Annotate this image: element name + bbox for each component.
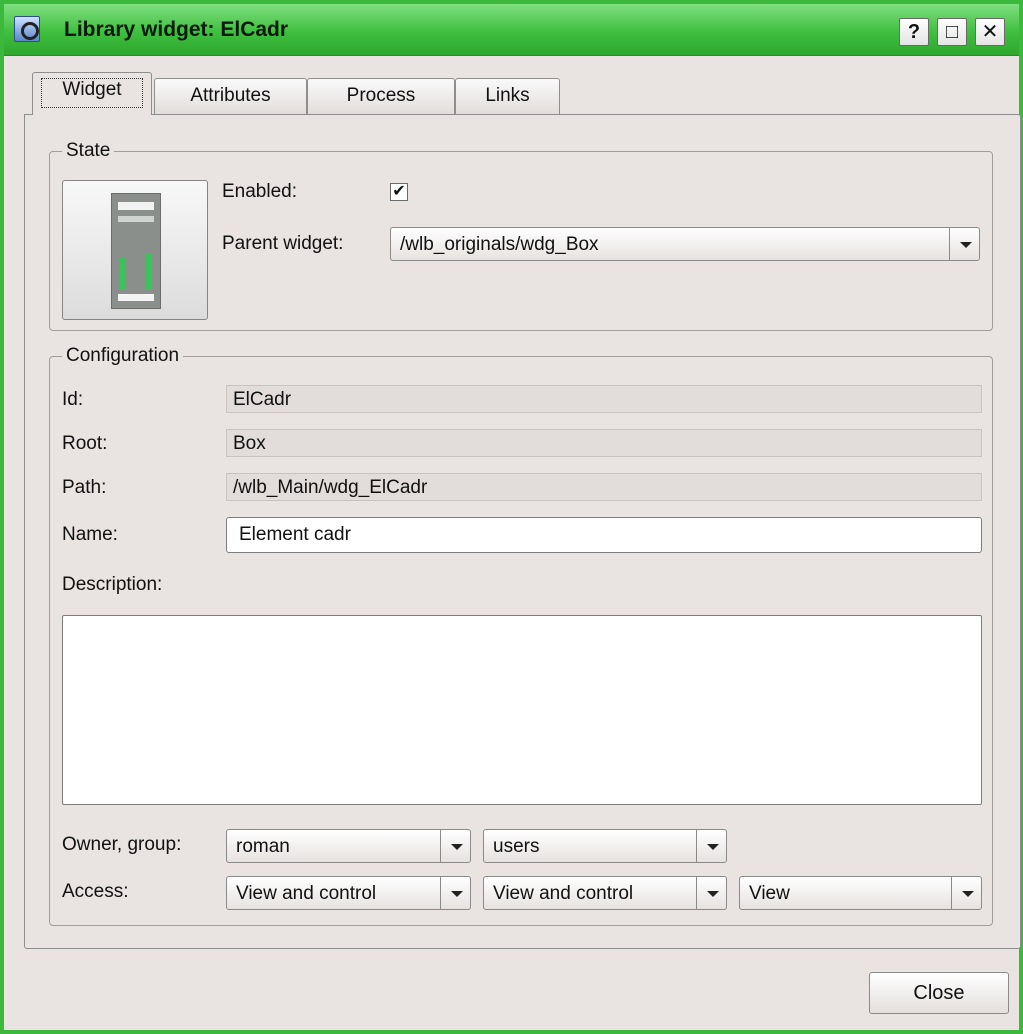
owner-select[interactable]: roman [226, 829, 471, 863]
path-label: Path: [62, 477, 107, 498]
widget-tab-pane: State Enabled: ✔ Parent widget: /wlb_ori… [24, 114, 1021, 949]
access-owner-value: View and control [236, 883, 377, 904]
focus-ring [41, 78, 143, 108]
path-field: /wlb_Main/wdg_ElCadr [226, 473, 982, 501]
enabled-checkbox[interactable]: ✔ [390, 183, 408, 201]
group-value: users [493, 836, 540, 857]
tab-attributes-label: Attributes [190, 85, 271, 106]
description-label: Description: [62, 574, 163, 595]
state-legend: State [62, 140, 115, 162]
close-window-button[interactable]: ✕ [975, 18, 1005, 46]
name-input[interactable]: Element cadr [226, 517, 982, 553]
chevron-down-icon [696, 877, 726, 909]
help-button[interactable]: ? [899, 18, 929, 46]
group-select[interactable]: users [483, 829, 727, 863]
access-other-select[interactable]: View [739, 876, 982, 910]
access-group-select[interactable]: View and control [483, 876, 727, 910]
chevron-down-icon [440, 877, 470, 909]
preview-bar [118, 216, 154, 222]
widget-preview-button[interactable] [62, 180, 208, 320]
parent-widget-label: Parent widget: [222, 233, 344, 254]
tab-attributes[interactable]: Attributes [154, 78, 307, 114]
widget-preview-image [111, 193, 161, 309]
preview-bar [118, 202, 154, 210]
access-label: Access: [62, 881, 129, 902]
configuration-group: Configuration Id: ElCadr Root: Box Path:… [49, 345, 993, 926]
id-field: ElCadr [226, 385, 982, 413]
chevron-down-icon [949, 228, 979, 260]
library-widget-dialog: Library widget: ElCadr ? □ ✕ Widget Attr… [0, 0, 1023, 1034]
access-owner-select[interactable]: View and control [226, 876, 471, 910]
tab-links-label: Links [485, 85, 530, 106]
parent-widget-value: /wlb_originals/wdg_Box [400, 234, 599, 255]
configuration-legend: Configuration [62, 345, 184, 367]
preview-bar [118, 294, 154, 301]
tab-process-label: Process [346, 85, 416, 106]
preview-level [120, 258, 126, 290]
title-bar[interactable]: Library widget: ElCadr ? □ ✕ [4, 4, 1019, 56]
name-label: Name: [62, 524, 118, 545]
root-label: Root: [62, 433, 108, 454]
chevron-down-icon [440, 830, 470, 862]
access-group-value: View and control [493, 883, 634, 904]
owner-value: roman [236, 836, 290, 857]
close-button[interactable]: Close [869, 972, 1009, 1014]
maximize-button[interactable]: □ [937, 18, 967, 46]
path-value: /wlb_Main/wdg_ElCadr [233, 477, 428, 498]
tab-process[interactable]: Process [307, 78, 455, 114]
access-other-value: View [749, 883, 790, 904]
description-textarea[interactable] [62, 615, 982, 805]
preview-level [146, 254, 152, 290]
root-field: Box [226, 429, 982, 457]
name-value: Element cadr [239, 524, 351, 545]
chevron-down-icon [951, 877, 981, 909]
enabled-label: Enabled: [222, 181, 298, 202]
root-value: Box [233, 433, 266, 454]
id-value: ElCadr [233, 389, 292, 410]
window-title: Library widget: ElCadr [64, 18, 289, 41]
id-label: Id: [62, 389, 84, 410]
owner-group-label: Owner, group: [62, 834, 182, 855]
parent-widget-select[interactable]: /wlb_originals/wdg_Box [390, 227, 980, 261]
chevron-down-icon [696, 830, 726, 862]
app-icon [14, 16, 40, 42]
tab-widget[interactable]: Widget [32, 72, 152, 115]
tab-links[interactable]: Links [455, 78, 560, 114]
state-group: State Enabled: ✔ Parent widget: /wlb_ori… [49, 140, 993, 331]
